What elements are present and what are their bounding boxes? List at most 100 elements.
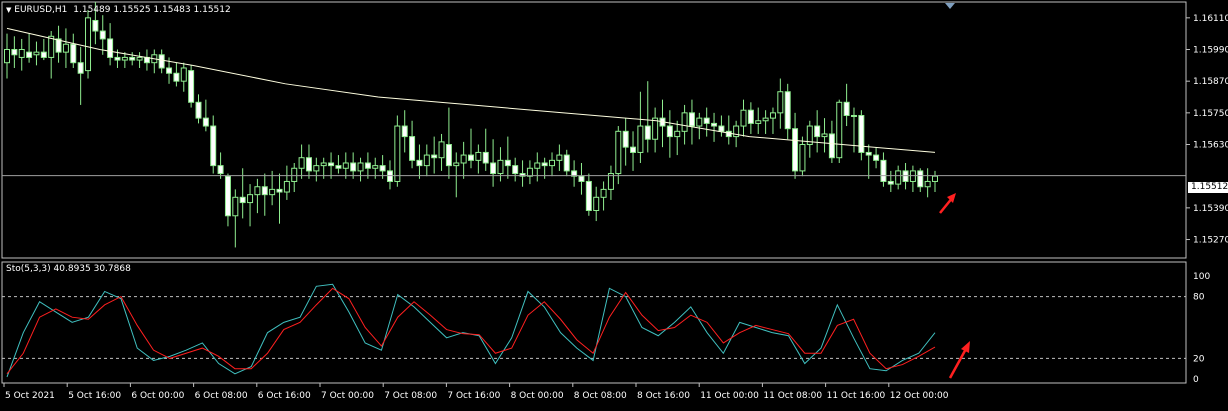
candle [784,83,791,140]
candle [4,33,10,79]
price-tick-label: 1.15270 [1193,236,1228,246]
candle [357,157,364,182]
ohlc-label: 1.15489 1.15525 1.15483 1.15512 [73,5,231,15]
candle [342,152,349,179]
price-tick-label: 1.16110 [1193,14,1228,24]
candle [740,99,747,137]
candle [364,152,371,179]
candle [438,133,445,171]
red-arrow-lower [948,341,970,379]
candle [33,41,40,66]
candle [298,144,305,179]
candle [217,152,224,179]
time-tick-label: 11 Oct 00:00 [700,391,759,401]
candle [578,162,585,195]
time-axis: 5 Oct 2021 5 Oct 16:00 6 Oct 00:00 6 Oct 08… [3,383,949,401]
price-tick-label: 1.15390 [1193,204,1228,214]
candle [180,62,187,92]
candle [549,152,556,177]
candle [195,94,202,124]
candle [924,168,931,198]
candle [571,160,578,187]
candle [11,36,18,68]
candle [151,49,158,74]
candle [563,149,570,177]
candle [107,23,114,66]
candle [202,99,209,132]
candle [210,115,217,174]
price-tick-label: 1.15870 [1193,77,1228,87]
candle [512,157,519,182]
candle [917,168,924,193]
price-tick-label: 1.15990 [1193,46,1228,56]
chart-shift-marker[interactable] [945,3,955,9]
stoch-level-label: 20 [1193,354,1205,364]
time-tick-label: 8 Oct 00:00 [511,391,564,401]
candle [630,131,637,171]
candle [224,173,231,227]
chevron-down-icon[interactable]: ▼ [6,6,11,14]
candle [666,110,673,158]
candle [519,160,526,187]
candle [70,33,77,68]
candle [416,144,423,179]
candle [85,9,92,79]
candle [254,178,261,214]
candle [40,38,47,61]
candle [313,157,320,182]
stoch-level-label: 100 [1193,272,1210,282]
candle [821,118,828,153]
stochastic-layer: 100 80 20 0 [2,272,1210,385]
symbol-label: EURUSD,H1 [14,5,68,15]
time-tick-label: 5 Oct 2021 [5,391,55,401]
candle [696,112,703,140]
candle [55,25,62,63]
current-price-badge: 1.15512 [1188,182,1228,193]
candle [703,107,710,137]
candle [409,120,416,169]
candle [895,165,902,190]
candle [129,52,136,66]
candle [607,165,614,200]
candle [386,160,393,190]
candle [880,152,887,187]
chart-canvas[interactable]: 1.16110 1.15990 1.15870 1.15750 1.15630 1.153… [0,0,1228,407]
candle [431,136,438,174]
time-tick-label: 7 Oct 08:00 [384,391,437,401]
time-tick-label: 7 Oct 00:00 [321,391,374,401]
candle [158,49,165,74]
stoch-header: Sto(5,3,3) 40.8935 30.7868 [6,264,131,274]
candle [843,83,850,127]
time-tick-label: 6 Oct 00:00 [131,391,184,401]
time-tick-label: 7 Oct 16:00 [447,391,500,401]
time-tick-label: 8 Oct 16:00 [637,391,690,401]
candle [490,139,497,187]
candle [335,155,342,174]
candles-layer [4,2,938,248]
candle [328,152,335,179]
candle [534,152,541,182]
candle [423,144,430,177]
candle [77,46,84,105]
time-tick-label: 12 Oct 00:00 [890,391,949,401]
time-tick-label: 6 Oct 08:00 [195,391,248,401]
red-arrow-upper [939,193,956,214]
candle [902,162,909,190]
candle [62,28,69,68]
candle [725,115,732,145]
price-axis: 1.16110 1.15990 1.15870 1.15750 1.15630 1.153… [1186,14,1228,246]
candle [276,173,283,224]
candle [622,118,629,166]
price-tick-label: 1.15630 [1193,141,1228,151]
stoch-panel-frame [1,261,1187,384]
candle [865,144,872,179]
time-tick-label: 8 Oct 08:00 [574,391,627,401]
candle [777,78,784,129]
symbol-header[interactable]: ▼ EURUSD,H1 1.15489 1.15525 1.15483 1.15… [6,5,231,15]
stoch-level-label: 80 [1193,293,1205,303]
candle [688,99,695,145]
candle [644,81,651,153]
candle [143,49,150,71]
mt4-chart-window[interactable]: 1.16110 1.15990 1.15870 1.15750 1.15630 1.153… [0,0,1228,407]
candle [858,110,865,161]
